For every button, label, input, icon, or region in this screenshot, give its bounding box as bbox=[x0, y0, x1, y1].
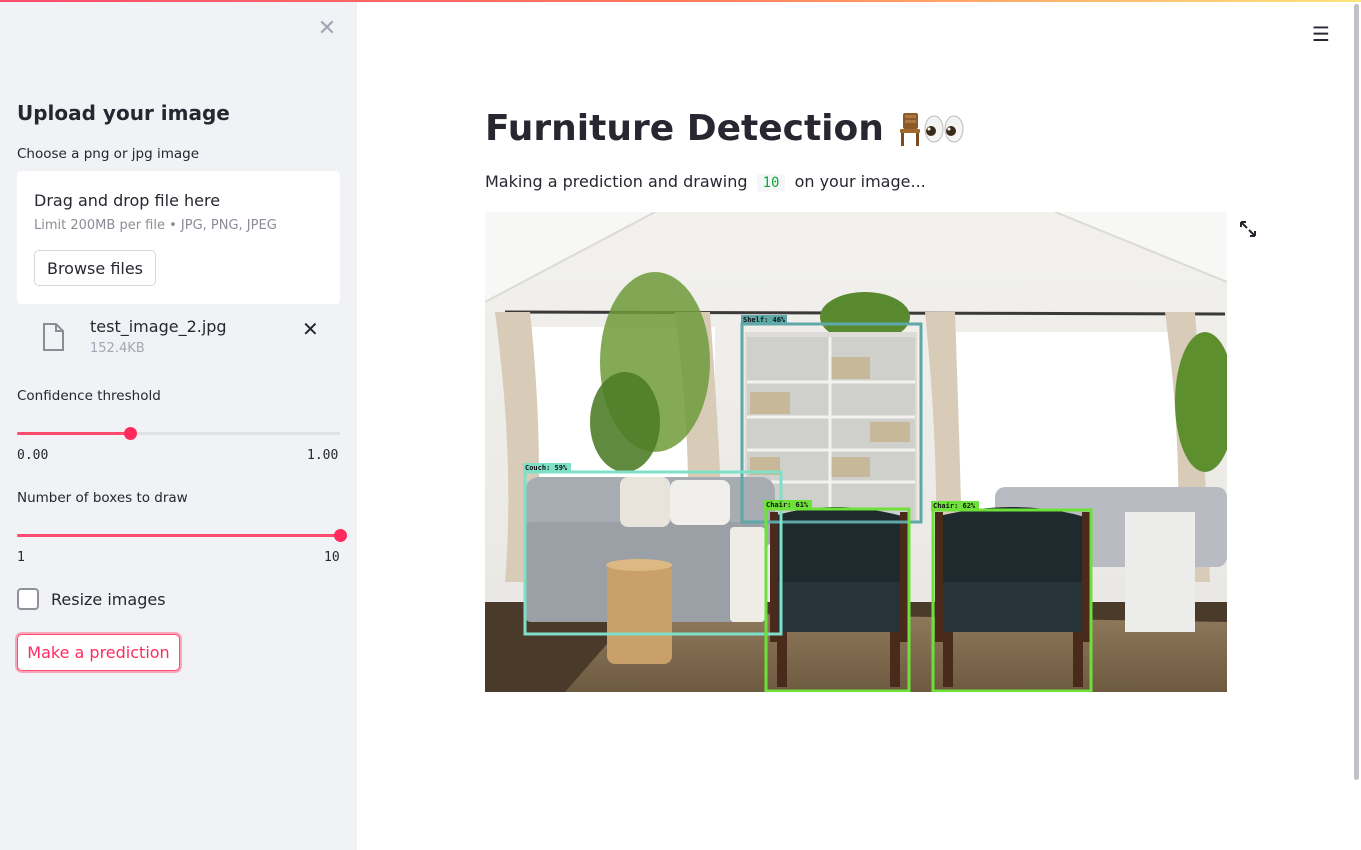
sidebar: ✕ Upload your image Choose a png or jpg … bbox=[0, 0, 357, 850]
title-emoji bbox=[896, 111, 964, 147]
boxes-max: 10 bbox=[324, 550, 340, 565]
slider-fill bbox=[17, 534, 340, 537]
prediction-image: Shelf: 46% Couch: 59% Chair: 61% Chair: … bbox=[485, 212, 1227, 692]
confidence-min: 0.00 bbox=[17, 448, 49, 463]
fullscreen-icon[interactable] bbox=[1239, 220, 1257, 238]
hamburger-menu-icon[interactable]: ☰ bbox=[1312, 22, 1330, 46]
uploaded-file-item: test_image_2.jpg 152.4KB ✕ bbox=[17, 311, 340, 367]
scrollbar[interactable] bbox=[1354, 4, 1359, 780]
make-prediction-button[interactable]: Make a prediction bbox=[17, 634, 180, 671]
page-title-text: Furniture Detection bbox=[485, 108, 884, 149]
slider-thumb[interactable] bbox=[124, 427, 138, 440]
resize-images-row[interactable]: Resize images bbox=[17, 586, 166, 612]
resize-images-checkbox[interactable] bbox=[17, 588, 39, 610]
confidence-label: Confidence threshold bbox=[17, 388, 161, 404]
uploader-label: Choose a png or jpg image bbox=[17, 146, 200, 162]
boxes-min: 1 bbox=[17, 550, 25, 565]
browse-files-button[interactable]: Browse files bbox=[34, 250, 156, 286]
file-dropzone[interactable]: Drag and drop file here Limit 200MB per … bbox=[17, 171, 340, 304]
boxes-count-code: 10 bbox=[756, 174, 786, 192]
boxes-label: Number of boxes to draw bbox=[17, 490, 188, 506]
caption-text-after: on your image... bbox=[794, 172, 926, 191]
detection-label-chair-1: Chair: 61% bbox=[766, 501, 809, 509]
page-title: Furniture Detection bbox=[485, 108, 964, 149]
detection-label-shelf: Shelf: 46% bbox=[743, 316, 786, 324]
detection-image-canvas: Shelf: 46% Couch: 59% Chair: 61% Chair: … bbox=[485, 212, 1227, 692]
close-sidebar-icon[interactable]: ✕ bbox=[317, 18, 337, 40]
prediction-caption: Making a prediction and drawing 10 on yo… bbox=[485, 172, 926, 192]
slider-fill bbox=[17, 432, 131, 435]
sidebar-title: Upload your image bbox=[17, 101, 230, 125]
file-size: 152.4KB bbox=[90, 341, 145, 356]
resize-images-label: Resize images bbox=[51, 589, 166, 609]
caption-text-before: Making a prediction and drawing bbox=[485, 172, 748, 191]
detection-label-chair-2: Chair: 62% bbox=[933, 502, 976, 510]
eyes-icon bbox=[924, 115, 964, 142]
file-icon bbox=[43, 323, 64, 351]
dropzone-limit-text: Limit 200MB per file • JPG, PNG, JPEG bbox=[34, 218, 277, 233]
header-decoration-bar bbox=[0, 0, 1361, 2]
file-name: test_image_2.jpg bbox=[90, 317, 227, 336]
confidence-slider[interactable] bbox=[17, 423, 340, 443]
boxes-slider[interactable] bbox=[17, 525, 347, 545]
detection-label-couch: Couch: 59% bbox=[525, 464, 568, 472]
slider-thumb[interactable] bbox=[334, 529, 347, 542]
chair-icon bbox=[899, 112, 920, 146]
confidence-max: 1.00 bbox=[307, 448, 339, 463]
dropzone-title: Drag and drop file here bbox=[34, 191, 221, 210]
remove-file-icon[interactable]: ✕ bbox=[302, 317, 319, 341]
